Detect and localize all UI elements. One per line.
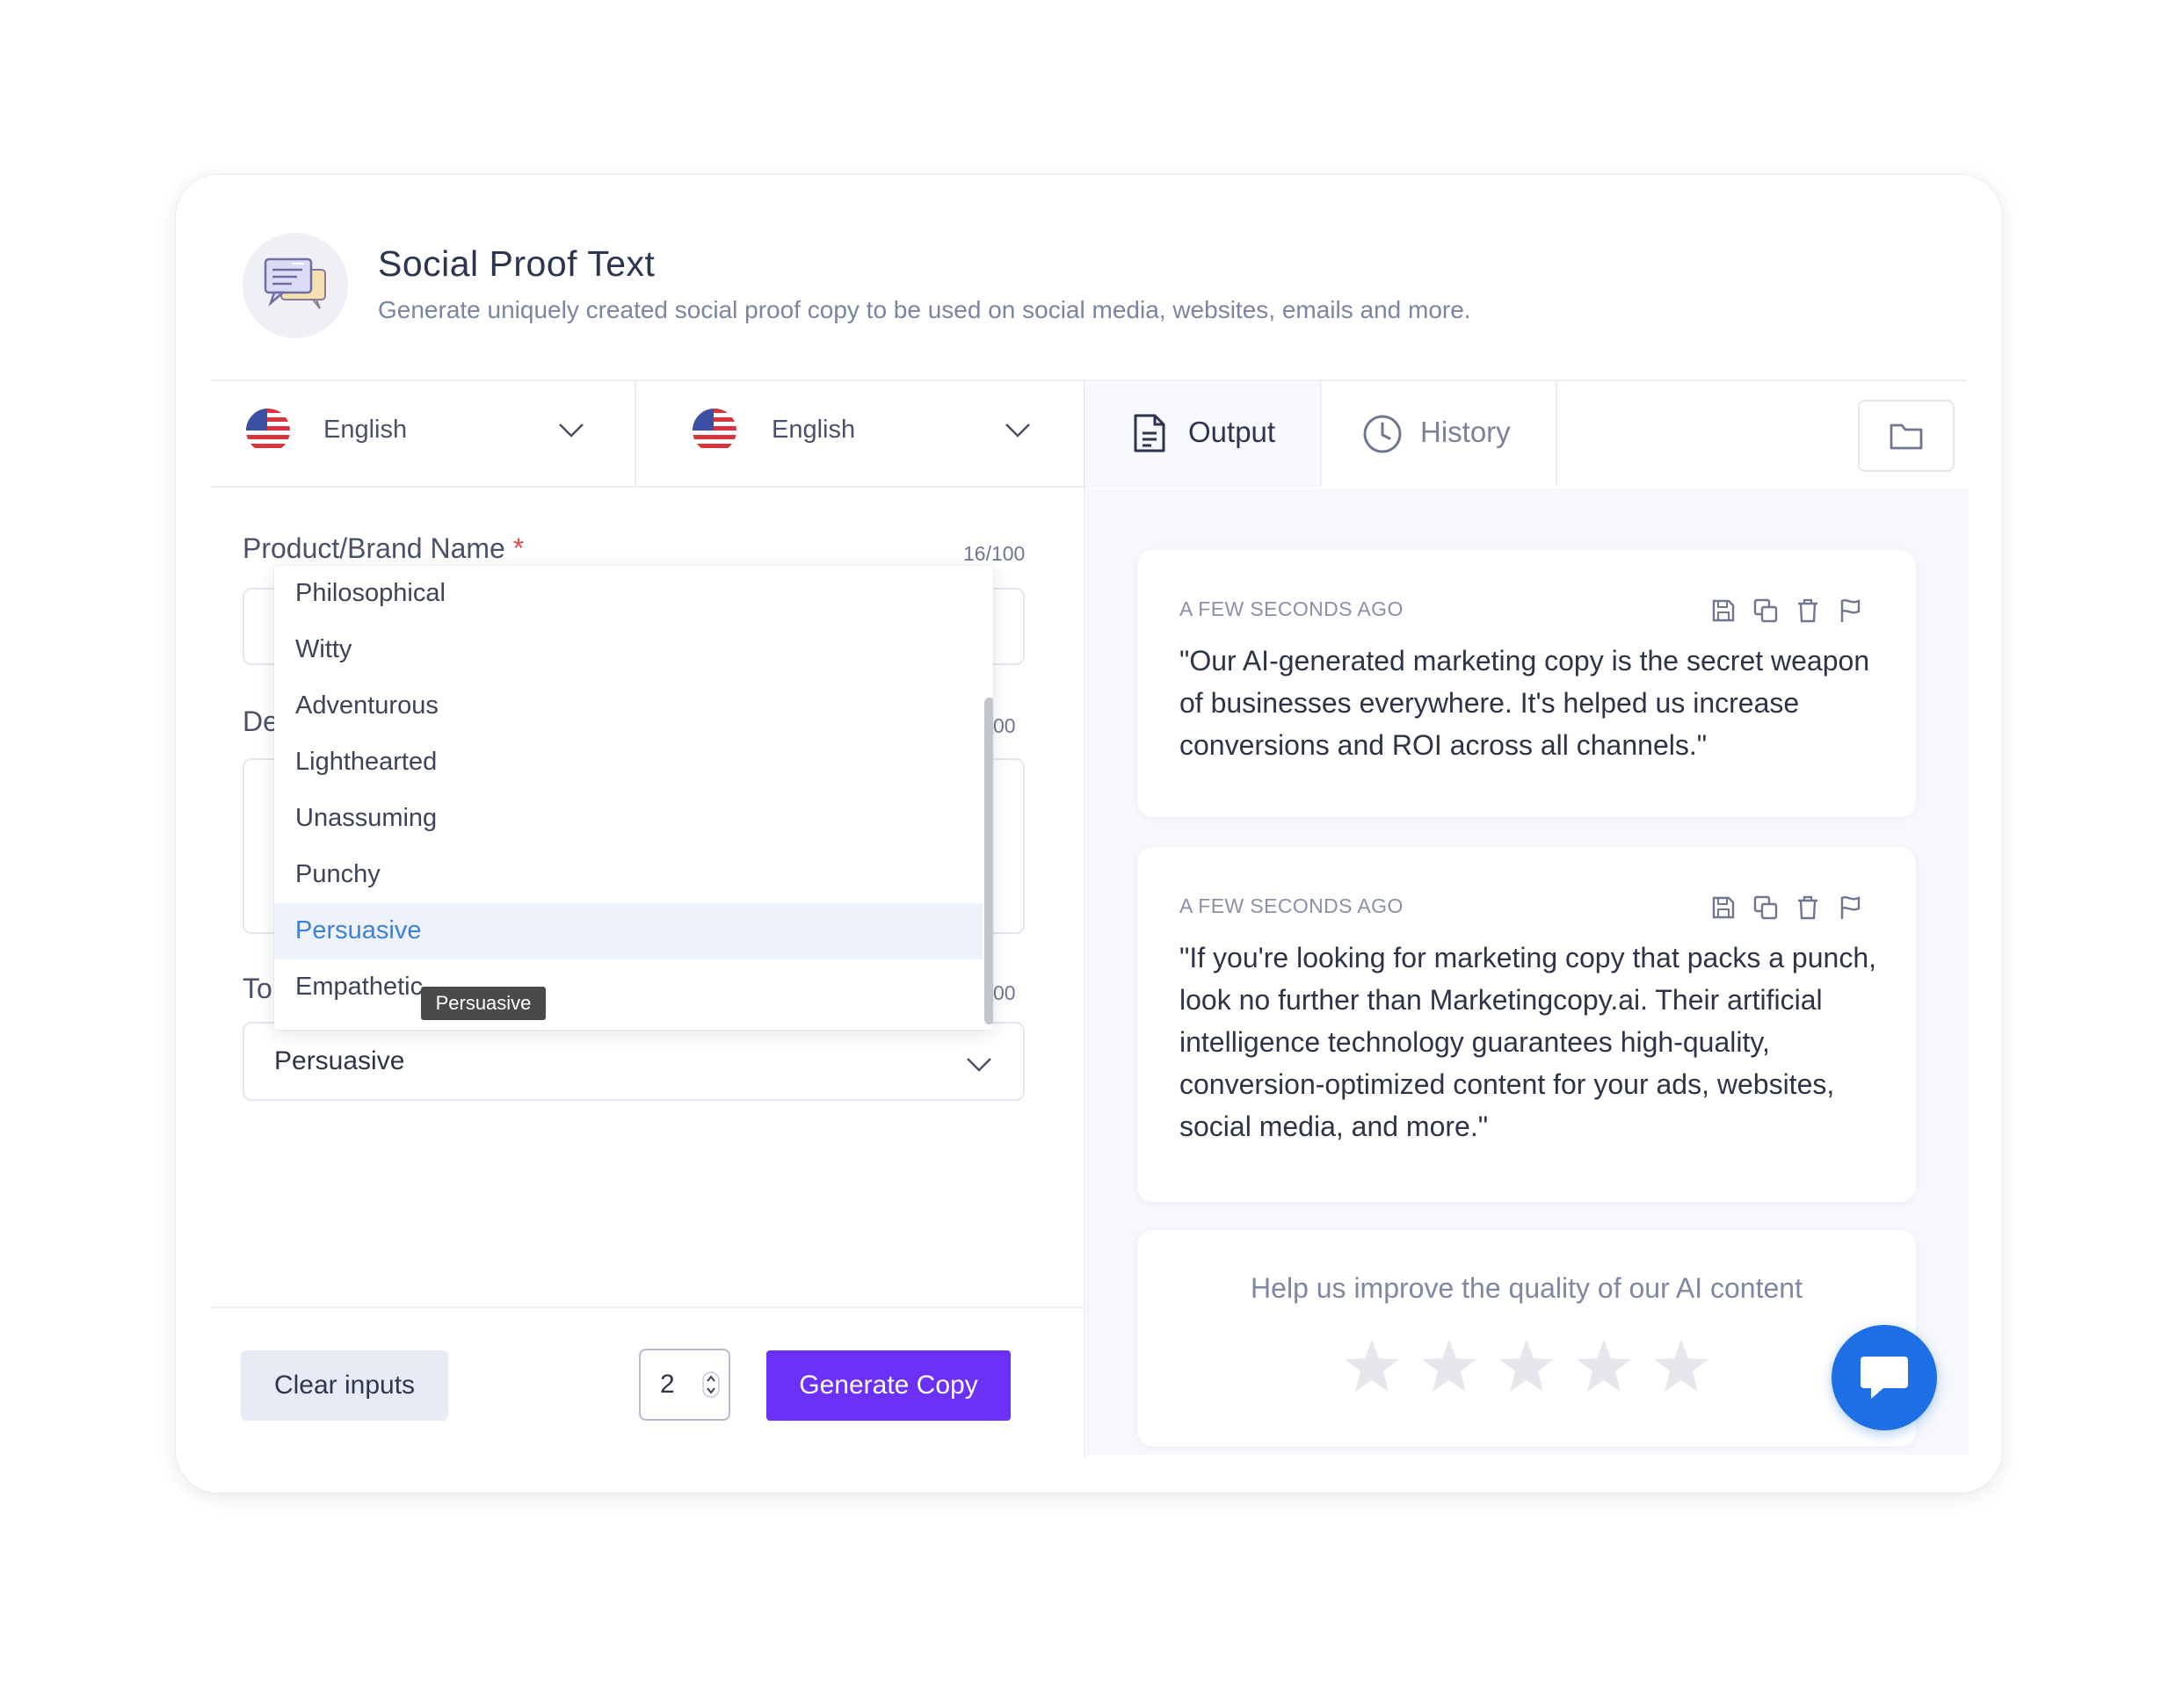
output-language-select[interactable]: English xyxy=(636,380,1083,486)
dropdown-option[interactable]: Philosophical xyxy=(274,566,983,622)
flag-icon[interactable] xyxy=(1837,597,1863,624)
output-text: "If you're looking for marketing copy th… xyxy=(1179,942,1876,1142)
tone-select[interactable]: Persuasive xyxy=(243,1022,1025,1101)
chevron-down-icon xyxy=(965,1055,993,1077)
output-actions xyxy=(1710,894,1863,921)
save-icon[interactable] xyxy=(1710,894,1737,921)
dropdown-option[interactable]: Adventurous xyxy=(274,678,983,735)
output-card: A FEW SECONDS AGO "If you're looking for… xyxy=(1137,847,1916,1202)
tone-select-value: Persuasive xyxy=(274,1046,405,1075)
star-icon[interactable] xyxy=(1343,1337,1401,1395)
star-icon[interactable] xyxy=(1498,1337,1556,1395)
output-language-label: English xyxy=(772,416,856,444)
option-label: Philosophical xyxy=(295,579,446,607)
tab-output[interactable]: Output xyxy=(1086,382,1320,488)
copy-icon[interactable] xyxy=(1752,597,1779,624)
save-icon[interactable] xyxy=(1710,597,1737,624)
footer-divider xyxy=(211,1306,1084,1308)
tab-divider xyxy=(1556,380,1557,486)
flag-icon[interactable] xyxy=(1837,894,1863,921)
option-label: Lighthearted xyxy=(295,748,438,776)
option-label: Empathetic xyxy=(295,973,424,1001)
output-text: "Our AI-generated marketing copy is the … xyxy=(1179,645,1870,761)
clock-icon xyxy=(1362,414,1403,459)
trash-icon[interactable] xyxy=(1795,597,1821,624)
option-label: Persuasive xyxy=(295,916,422,944)
product-name-label-text: Product/Brand Name xyxy=(243,532,505,564)
star-icon[interactable] xyxy=(1420,1337,1478,1395)
stepper-arrows-icon[interactable] xyxy=(702,1371,720,1402)
option-label: Unassuming xyxy=(295,804,438,832)
clear-inputs-button[interactable]: Clear inputs xyxy=(241,1350,448,1421)
option-label: Witty xyxy=(295,635,352,663)
dropdown-option-selected[interactable]: Persuasive xyxy=(274,903,983,959)
page-title: Social Proof Text xyxy=(378,243,656,284)
output-timestamp: A FEW SECONDS AGO xyxy=(1179,597,1404,620)
dropdown-option[interactable]: Punchy xyxy=(274,847,983,903)
folder-icon xyxy=(1890,423,1923,450)
dropdown-option[interactable]: Witty xyxy=(274,622,983,678)
tone-dropdown: Philosophical Witty Adventurous Lighthea… xyxy=(274,566,993,1030)
us-flag-icon xyxy=(246,409,290,452)
dropdown-option[interactable]: Lighthearted xyxy=(274,735,983,791)
quantity-value: 2 xyxy=(660,1370,675,1399)
trash-icon[interactable] xyxy=(1795,894,1821,921)
document-icon xyxy=(1132,412,1167,459)
required-mark: * xyxy=(512,532,525,564)
tool-card: Social Proof Text Generate uniquely crea… xyxy=(176,175,2002,1493)
chat-launcher-button[interactable] xyxy=(1832,1325,1937,1430)
tab-output-label: Output xyxy=(1188,416,1276,448)
option-label: Adventurous xyxy=(295,691,439,720)
dropdown-option[interactable]: Unassuming xyxy=(274,791,983,847)
chevron-down-icon xyxy=(557,421,585,443)
input-language-select[interactable]: English xyxy=(211,380,635,486)
description-counter: 00 xyxy=(993,714,1016,737)
tab-history[interactable]: History xyxy=(1322,382,1556,488)
option-tooltip: Persuasive xyxy=(421,987,546,1020)
tab-history-label: History xyxy=(1420,416,1511,448)
option-label: Punchy xyxy=(295,860,381,888)
description-label: De xyxy=(243,706,279,737)
dropdown-option[interactable]: Empathetic xyxy=(274,959,983,1016)
rating-prompt: Help us improve the quality of our AI co… xyxy=(1251,1272,1803,1304)
app-chat-icon xyxy=(243,233,348,338)
quantity-stepper[interactable]: 2 xyxy=(639,1349,730,1421)
chat-bubble-icon xyxy=(1861,1357,1908,1399)
input-language-label: English xyxy=(323,416,408,444)
rating-card: Help us improve the quality of our AI co… xyxy=(1137,1230,1916,1446)
chevron-down-icon xyxy=(1004,421,1032,443)
product-name-label: Product/Brand Name * xyxy=(243,532,524,565)
page-subtitle: Generate uniquely created social proof c… xyxy=(378,296,1471,323)
star-icon[interactable] xyxy=(1575,1337,1633,1395)
language-row-divider xyxy=(211,486,1086,488)
output-panel: A FEW SECONDS AGO "Our AI-generated mark… xyxy=(1084,489,1969,1455)
copy-icon[interactable] xyxy=(1752,894,1779,921)
output-card: A FEW SECONDS AGO "Our AI-generated mark… xyxy=(1137,550,1916,817)
tone-label: To xyxy=(243,973,272,1004)
generate-copy-button[interactable]: Generate Copy xyxy=(766,1350,1011,1421)
us-flag-icon xyxy=(693,409,736,452)
tone-counter: 00 xyxy=(993,981,1016,1004)
folder-button[interactable] xyxy=(1858,400,1955,472)
output-actions xyxy=(1710,597,1863,624)
output-timestamp: A FEW SECONDS AGO xyxy=(1179,894,1404,917)
dropdown-scrollbar[interactable] xyxy=(984,698,993,1024)
star-icon[interactable] xyxy=(1652,1337,1710,1395)
star-rating[interactable] xyxy=(1343,1337,1710,1395)
product-name-counter: 16/100 xyxy=(963,542,1026,565)
